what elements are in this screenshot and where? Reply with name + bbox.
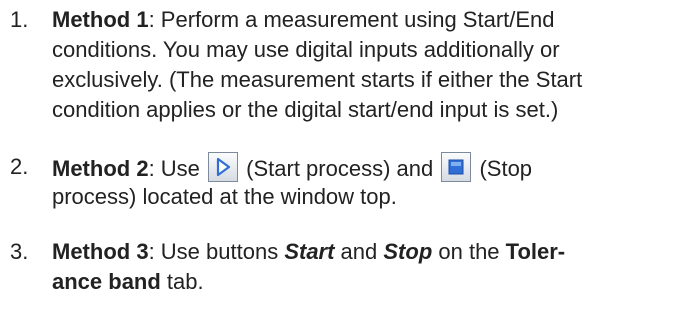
start-button-label: Start: [284, 239, 335, 264]
instruction-list: 1. Method 1: Perform a measurement using…: [0, 0, 693, 317]
method-title: Method 2: [52, 156, 149, 181]
stop-button-label: Stop: [383, 239, 433, 264]
tab-name: ance band: [52, 269, 161, 294]
play-triangle-icon: [208, 152, 239, 182]
list-number: 1.: [10, 7, 29, 32]
method-title: Method 3: [52, 239, 149, 264]
list-item-text: Method 1: Perform a measurement using St…: [52, 7, 583, 122]
list-number: 3.: [10, 239, 29, 264]
stop-square-icon: [441, 152, 472, 182]
list-number: 2.: [10, 154, 29, 179]
list-item-text: Method 2: Use (Start process) and (Stop …: [52, 152, 682, 212]
method-title: Method 1: [52, 7, 149, 32]
tab-name: Toler-: [505, 239, 566, 264]
list-item-text: Method 3: Use buttons Start and Stop on …: [52, 239, 566, 294]
